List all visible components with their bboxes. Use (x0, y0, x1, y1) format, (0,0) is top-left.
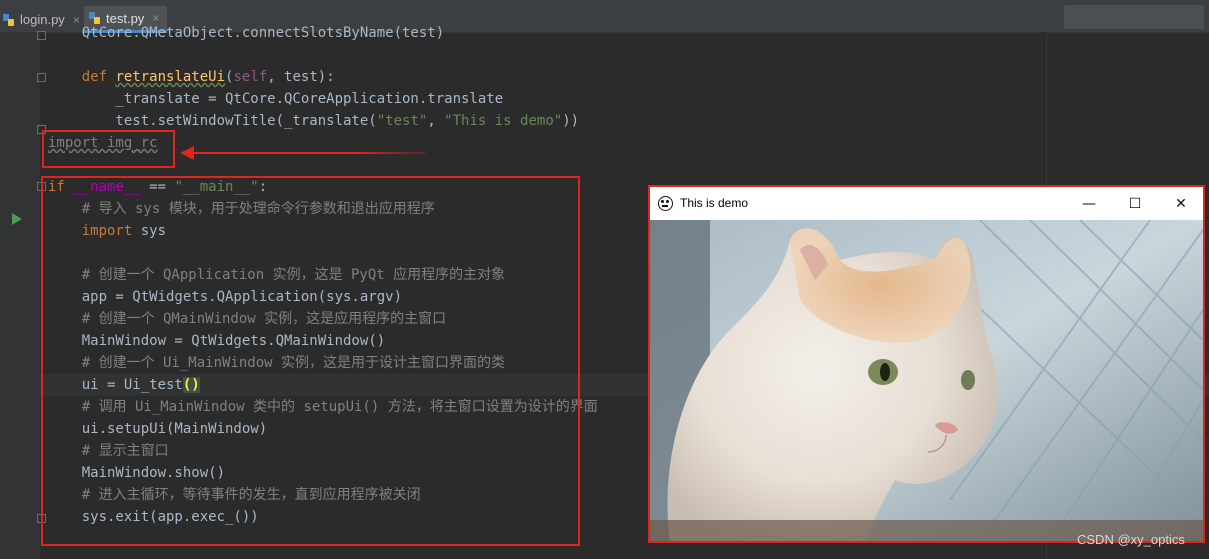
close-button[interactable]: ✕ (1158, 187, 1204, 220)
annotation-box-main (41, 176, 580, 546)
code-line: _translate = QtCore.QCoreApplication.tra… (48, 91, 504, 107)
code-line: test.setWindowTitle(_translate("test", "… (48, 113, 580, 129)
window-title: This is demo (680, 196, 749, 210)
minimize-button[interactable]: — (1066, 187, 1112, 220)
code-line: def retranslateUi(self, test): (81, 69, 335, 85)
annotation-box-import (42, 130, 175, 168)
window-title-bar[interactable]: This is demo — ☐ ✕ (650, 187, 1203, 220)
demo-window[interactable]: This is demo — ☐ ✕ (648, 185, 1205, 543)
watermark-text: CSDN @xy_optics (1077, 532, 1185, 547)
app-face-icon (658, 196, 673, 211)
toolbar-strip (1064, 5, 1204, 29)
maximize-button[interactable]: ☐ (1112, 187, 1158, 220)
annotation-arrow-line (190, 152, 426, 154)
kitten-image (650, 220, 1203, 541)
code-line: QtCore.QMetaObject.connectSlotsByName(te… (48, 25, 445, 41)
python-file-icon (2, 13, 16, 27)
line-gutter (0, 31, 46, 559)
run-icon[interactable] (12, 213, 22, 225)
